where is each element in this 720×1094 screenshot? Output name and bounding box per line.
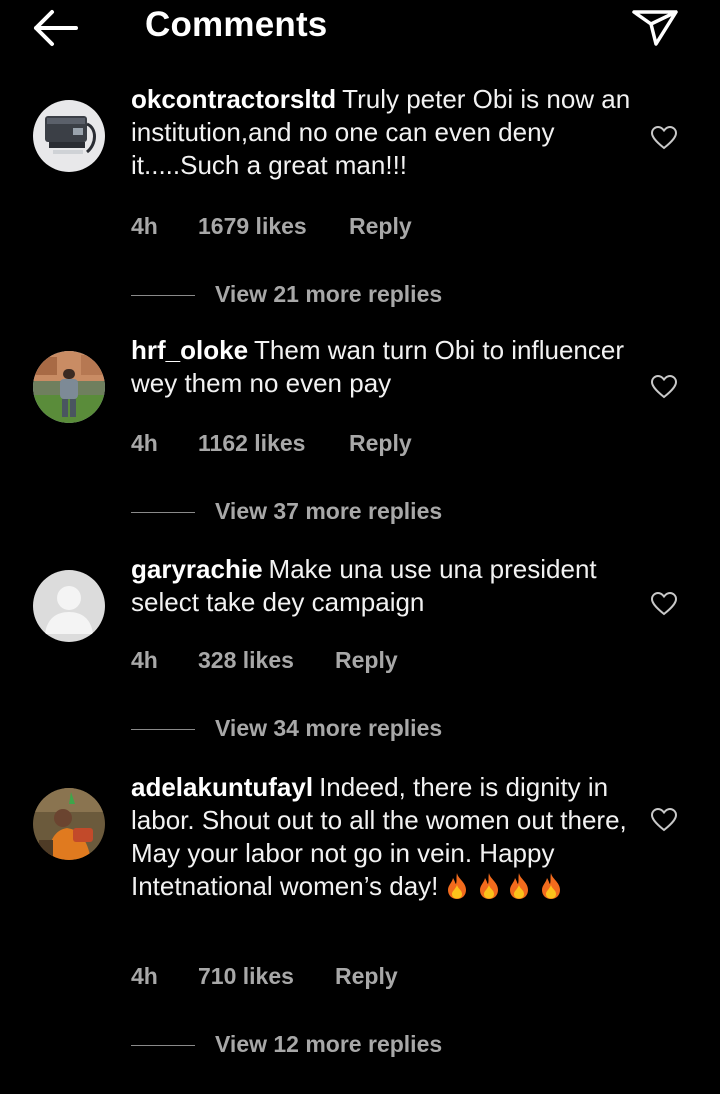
heart-icon [650,125,678,150]
divider-line [131,512,195,513]
heart-icon [650,591,678,616]
view-replies-label: View 34 more replies [215,715,443,741]
woman-avatar-image [33,788,105,860]
avatar[interactable] [33,351,105,423]
comment-username[interactable]: adelakuntufayl [131,772,313,802]
comment-time: 4h [131,647,158,673]
arrow-left-icon [34,10,78,46]
like-button[interactable] [650,374,678,400]
avatar[interactable] [33,100,105,172]
comment-likes[interactable]: 1679 likes [198,213,307,240]
comment-username[interactable]: hrf_oloke [131,335,248,365]
comment-time: 4h [131,430,158,456]
view-replies-label: View 12 more replies [215,1031,443,1057]
fire-emoji-icon [506,872,532,900]
reply-button[interactable]: Reply [335,647,398,674]
reply-button[interactable]: Reply [335,963,398,990]
paper-plane-icon [632,10,678,46]
like-button[interactable] [650,807,678,833]
comment-username[interactable]: okcontractorsltd [131,84,336,114]
share-button[interactable] [630,4,680,48]
fire-emoji-icon [538,872,564,900]
view-replies-label: View 21 more replies [215,281,443,307]
comment-likes[interactable]: 328 likes [198,647,294,674]
fire-emoji-icon [444,872,470,900]
comment-body: garyrachie Make una use una president sel… [131,553,631,619]
page-title: Comments [145,5,328,44]
fire-emoji-icon [476,872,502,900]
divider-line [131,729,195,730]
heart-icon [650,807,678,832]
header-bar: Comments [0,0,720,60]
like-button[interactable] [650,591,678,617]
avatar[interactable] [33,788,105,860]
like-button[interactable] [650,125,678,151]
divider-line [131,295,195,296]
comment-username[interactable]: garyrachie [131,554,263,584]
avatar[interactable] [33,570,105,642]
view-replies-label: View 37 more replies [215,498,443,524]
comment-time: 4h [131,213,158,239]
printer-avatar-image [33,100,105,172]
divider-line [131,1045,195,1046]
comment-likes[interactable]: 710 likes [198,963,294,990]
back-button[interactable] [28,6,82,50]
man-outdoors-avatar-image [33,351,105,423]
default-user-avatar-icon [33,570,105,642]
reply-button[interactable]: Reply [349,430,412,457]
comment-body: okcontractorsltd Truly peter Obi is now a… [131,83,631,182]
comment-body: adelakuntufayl Indeed, there is dignity i… [131,771,631,903]
heart-icon [650,374,678,399]
comment-likes[interactable]: 1162 likes [198,430,305,457]
comment-time: 4h [131,963,158,989]
reply-button[interactable]: Reply [349,213,412,240]
comment-body: hrf_oloke Them wan turn Obi to influencer… [131,334,631,400]
